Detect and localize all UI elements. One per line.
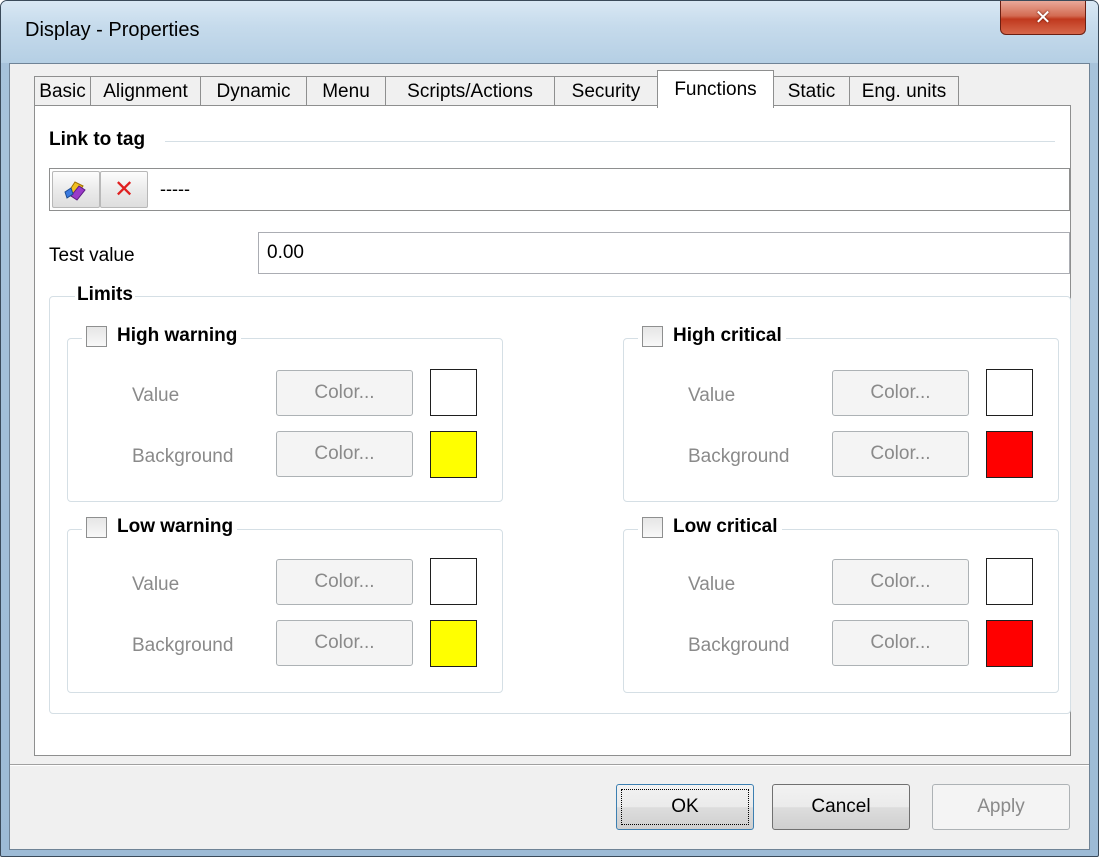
tag-link-bar: ✕ ----- (49, 168, 1070, 211)
high-critical-value-swatch (986, 369, 1033, 416)
test-value-input[interactable] (258, 232, 1070, 274)
select-tag-icon (64, 180, 86, 201)
functions-page: Link to tag ✕ ----- Test value Limi (34, 105, 1071, 756)
low-critical-checkbox[interactable] (642, 516, 663, 538)
tab-alignment[interactable]: Alignment (90, 76, 201, 107)
low-warning-title: Low warning (117, 516, 234, 537)
low-critical-value-swatch (986, 558, 1033, 605)
high-warning-title: High warning (117, 325, 238, 346)
high-warning-group: High warning Value Color... Background C… (67, 325, 503, 502)
window-title: Display - Properties (25, 19, 200, 41)
tab-menu[interactable]: Menu (306, 76, 386, 107)
low-critical-value-color-button[interactable]: Color... (832, 559, 969, 605)
limits-heading: Limits (75, 284, 135, 306)
high-warning-background-color-button[interactable]: Color... (276, 431, 413, 477)
background-label: Background (688, 635, 790, 656)
tab-functions[interactable]: Functions (657, 70, 774, 108)
low-warning-value-swatch (430, 558, 477, 605)
low-critical-background-swatch (986, 620, 1033, 667)
select-tag-button[interactable] (52, 171, 100, 208)
high-warning-value-swatch (430, 369, 477, 416)
close-button[interactable]: ✕ (1000, 1, 1086, 35)
high-critical-background-swatch (986, 431, 1033, 478)
clear-tag-button[interactable]: ✕ (100, 171, 148, 208)
high-critical-checkbox[interactable] (642, 325, 663, 347)
properties-dialog: Display - Properties ✕ Basic Alignment D… (0, 0, 1099, 857)
high-warning-value-color-button[interactable]: Color... (276, 370, 413, 416)
high-critical-background-color-button[interactable]: Color... (832, 431, 969, 477)
value-label: Value (688, 574, 736, 595)
high-warning-checkbox[interactable] (86, 325, 107, 347)
tab-strip: Basic Alignment Dynamic Menu Scripts/Act… (34, 70, 1074, 108)
ok-button[interactable]: OK (616, 784, 754, 830)
tab-basic[interactable]: Basic (34, 76, 91, 107)
background-label: Background (132, 635, 234, 656)
background-label: Background (132, 446, 234, 467)
cancel-button[interactable]: Cancel (772, 784, 910, 830)
low-warning-checkbox[interactable] (86, 516, 107, 538)
low-warning-background-swatch (430, 620, 477, 667)
tab-security[interactable]: Security (554, 76, 658, 107)
high-critical-title: High critical (673, 325, 782, 346)
value-label: Value (688, 385, 736, 406)
background-label: Background (688, 446, 790, 467)
high-critical-value-color-button[interactable]: Color... (832, 370, 969, 416)
tab-dynamic[interactable]: Dynamic (200, 76, 307, 107)
low-critical-background-color-button[interactable]: Color... (832, 620, 969, 666)
test-value-label: Test value (49, 245, 135, 266)
tab-static[interactable]: Static (773, 76, 850, 107)
link-to-tag-heading: Link to tag (49, 129, 146, 150)
low-critical-group: Low critical Value Color... Background C… (623, 516, 1059, 693)
apply-button[interactable]: Apply (932, 784, 1070, 830)
low-warning-value-color-button[interactable]: Color... (276, 559, 413, 605)
linked-tag-value: ----- (160, 179, 190, 199)
low-warning-group: Low warning Value Color... Background Co… (67, 516, 503, 693)
high-warning-background-swatch (430, 431, 477, 478)
tab-eng-units[interactable]: Eng. units (849, 76, 959, 107)
delete-icon: ✕ (113, 176, 135, 203)
high-critical-group: High critical Value Color... Background … (623, 325, 1059, 502)
low-critical-title: Low critical (673, 516, 778, 537)
section-divider (165, 141, 1055, 142)
tab-scripts-actions[interactable]: Scripts/Actions (385, 76, 555, 107)
low-warning-background-color-button[interactable]: Color... (276, 620, 413, 666)
value-label: Value (132, 574, 180, 595)
dialog-client: Basic Alignment Dynamic Menu Scripts/Act… (9, 63, 1090, 850)
close-icon: ✕ (1034, 7, 1052, 29)
title-bar[interactable]: Display - Properties ✕ (1, 1, 1098, 63)
value-label: Value (132, 385, 180, 406)
